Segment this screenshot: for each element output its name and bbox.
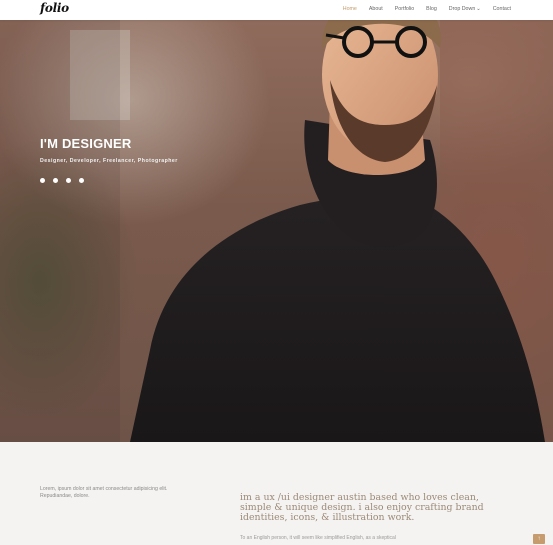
nav-home[interactable]: Home bbox=[343, 6, 357, 12]
scroll-top-button[interactable]: ↑ bbox=[533, 534, 545, 544]
hero-title: I'M DESIGNER bbox=[40, 136, 132, 151]
facebook-icon[interactable] bbox=[40, 178, 45, 183]
nav-contact[interactable]: Contact bbox=[493, 6, 511, 12]
about-intro-text: Lorem, ipsum dolor sit amet consectetur … bbox=[40, 486, 168, 499]
nav-dropdown-label: Drop Down bbox=[448, 6, 476, 12]
email-icon[interactable] bbox=[79, 178, 84, 183]
nav-menu: Home About Portfolio Blog Drop Down⌄ Con… bbox=[343, 6, 511, 12]
navbar: folio Home About Portfolio Blog Drop Dow… bbox=[0, 0, 553, 20]
social-links bbox=[40, 178, 84, 183]
nav-portfolio[interactable]: Portfolio bbox=[395, 6, 414, 12]
chevron-down-icon: ⌄ bbox=[476, 6, 481, 12]
nav-blog[interactable]: Blog bbox=[426, 6, 437, 12]
arrow-up-icon: ↑ bbox=[537, 536, 541, 542]
about-title: im a ux /ui designer austin based who lo… bbox=[240, 492, 484, 523]
hero-section: I'M DESIGNER Designer, Developer, Freela… bbox=[0, 20, 553, 442]
hero-photo bbox=[0, 20, 553, 442]
nav-dropdown[interactable]: Drop Down⌄ bbox=[449, 6, 481, 12]
nav-about[interactable]: About bbox=[369, 6, 383, 12]
logo[interactable]: folio bbox=[40, 1, 69, 15]
twitter-icon[interactable] bbox=[53, 178, 58, 183]
about-small-text: To an English person, it will seem like … bbox=[240, 535, 396, 541]
instagram-icon[interactable] bbox=[66, 178, 71, 183]
hero-subtitle: Designer, Developer, Freelancer, Photogr… bbox=[40, 158, 178, 164]
